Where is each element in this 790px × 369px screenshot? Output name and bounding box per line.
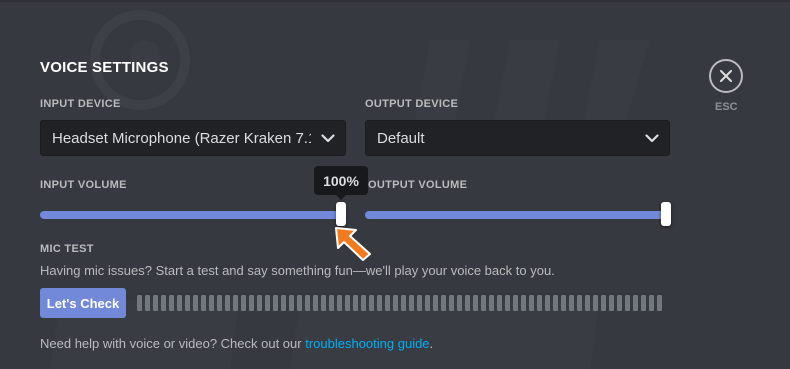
mic-test-description: Having mic issues? Start a test and say … <box>40 263 555 278</box>
meter-segment <box>409 295 414 311</box>
meter-segment <box>657 295 662 311</box>
help-text-suffix: . <box>429 336 434 351</box>
meter-segment <box>313 295 318 311</box>
meter-segment <box>257 295 262 311</box>
meter-segment <box>625 295 630 311</box>
meter-segment <box>145 295 150 311</box>
meter-segment <box>153 295 158 311</box>
meter-segment <box>161 295 166 311</box>
meter-segment <box>641 295 646 311</box>
mic-level-meter <box>137 295 669 311</box>
output-volume-slider[interactable] <box>365 211 667 219</box>
meter-segment <box>521 295 526 311</box>
meter-segment <box>577 295 582 311</box>
meter-segment <box>241 295 246 311</box>
meter-segment <box>177 295 182 311</box>
meter-segment <box>185 295 190 311</box>
input-volume-label: INPUT VOLUME <box>40 179 127 191</box>
meter-segment <box>545 295 550 311</box>
troubleshooting-guide-link[interactable]: troubleshooting guide <box>305 336 429 351</box>
output-device-select[interactable]: Default <box>365 120 670 156</box>
meter-segment <box>593 295 598 311</box>
page-title: VOICE SETTINGS <box>40 59 169 76</box>
meter-segment <box>489 295 494 311</box>
output-volume-handle[interactable] <box>661 202 671 226</box>
chevron-down-icon <box>311 121 345 155</box>
input-volume-slider[interactable] <box>40 211 342 219</box>
meter-segment <box>449 295 454 311</box>
meter-segment <box>385 295 390 311</box>
meter-segment <box>585 295 590 311</box>
meter-segment <box>281 295 286 311</box>
meter-segment <box>265 295 270 311</box>
meter-segment <box>169 295 174 311</box>
meter-segment <box>289 295 294 311</box>
voice-settings-page: VOICE SETTINGS ESC INPUT DEVICE Headset … <box>0 0 790 369</box>
meter-segment <box>297 295 302 311</box>
meter-segment <box>393 295 398 311</box>
meter-segment <box>377 295 382 311</box>
output-device-value: Default <box>377 129 425 147</box>
chevron-down-icon <box>635 121 669 155</box>
meter-segment <box>617 295 622 311</box>
input-volume-tooltip: 100% <box>314 166 368 200</box>
input-device-value: Headset Microphone (Razer Kraken 7.1 Chr… <box>52 129 311 147</box>
mic-test-label: MIC TEST <box>40 243 94 255</box>
meter-segment <box>217 295 222 311</box>
meter-segment <box>537 295 542 311</box>
meter-segment <box>425 295 430 311</box>
meter-segment <box>609 295 614 311</box>
meter-segment <box>345 295 350 311</box>
meter-segment <box>209 295 214 311</box>
meter-segment <box>225 295 230 311</box>
help-text: Need help with voice or video? Check out… <box>40 336 433 351</box>
meter-segment <box>441 295 446 311</box>
meter-segment <box>233 295 238 311</box>
meter-segment <box>201 295 206 311</box>
output-device-label: OUTPUT DEVICE <box>365 98 459 110</box>
input-device-label: INPUT DEVICE <box>40 98 121 110</box>
meter-segment <box>513 295 518 311</box>
meter-segment <box>553 295 558 311</box>
meter-segment <box>649 295 654 311</box>
meter-segment <box>497 295 502 311</box>
close-x-icon <box>720 70 732 82</box>
meter-segment <box>457 295 462 311</box>
meter-segment <box>329 295 334 311</box>
meter-segment <box>273 295 278 311</box>
meter-segment <box>137 295 142 311</box>
meter-segment <box>561 295 566 311</box>
meter-segment <box>481 295 486 311</box>
meter-segment <box>305 295 310 311</box>
meter-segment <box>321 295 326 311</box>
meter-segment <box>505 295 510 311</box>
meter-segment <box>433 295 438 311</box>
esc-label: ESC <box>715 101 738 113</box>
meter-segment <box>529 295 534 311</box>
output-volume-label: OUTPUT VOLUME <box>368 179 468 191</box>
input-device-select[interactable]: Headset Microphone (Razer Kraken 7.1 Chr… <box>40 120 346 156</box>
input-volume-handle[interactable] <box>336 202 346 226</box>
lets-check-button[interactable]: Let's Check <box>40 288 126 318</box>
meter-segment <box>601 295 606 311</box>
help-text-prefix: Need help with voice or video? Check out… <box>40 336 306 351</box>
meter-segment <box>633 295 638 311</box>
pointer-arrow-icon <box>335 227 371 261</box>
meter-segment <box>353 295 358 311</box>
close-button[interactable] <box>709 59 743 93</box>
meter-segment <box>401 295 406 311</box>
meter-segment <box>337 295 342 311</box>
meter-segment <box>361 295 366 311</box>
meter-segment <box>473 295 478 311</box>
meter-segment <box>417 295 422 311</box>
meter-segment <box>465 295 470 311</box>
meter-segment <box>193 295 198 311</box>
meter-segment <box>369 295 374 311</box>
meter-segment <box>569 295 574 311</box>
meter-segment <box>249 295 254 311</box>
